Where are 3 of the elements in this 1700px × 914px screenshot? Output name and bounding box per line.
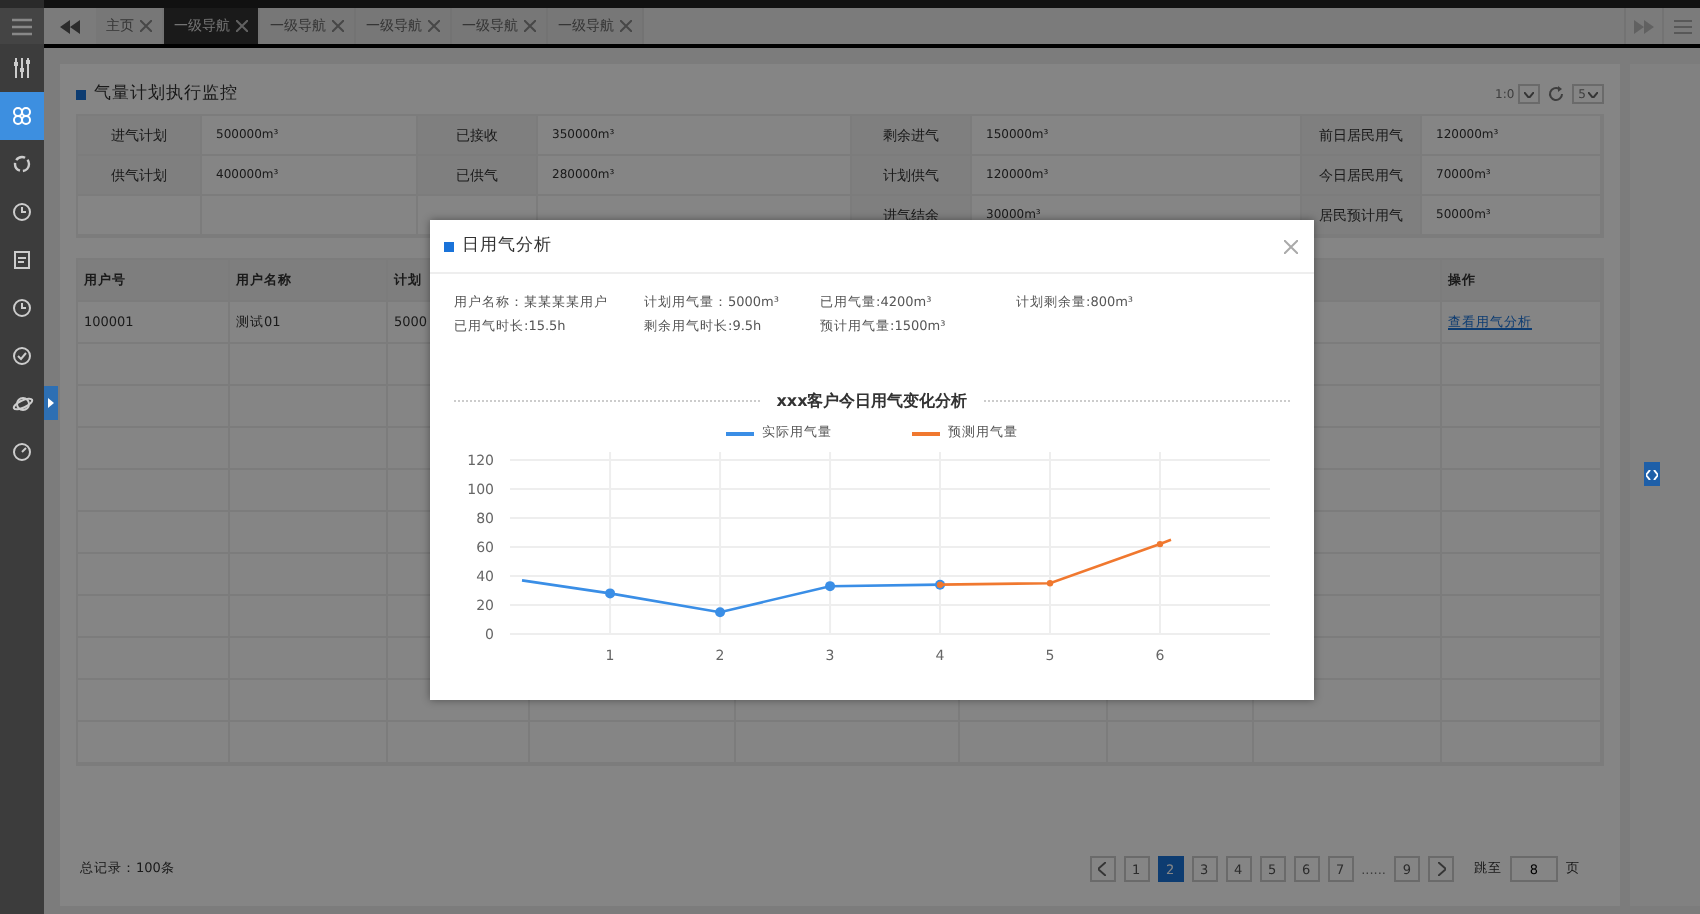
panel-title: 气量计划执行监控 bbox=[94, 82, 238, 106]
chart-title: xxx客户今日用气变化分析 bbox=[776, 390, 968, 412]
dialog-title: 日用气分析 bbox=[462, 234, 552, 258]
